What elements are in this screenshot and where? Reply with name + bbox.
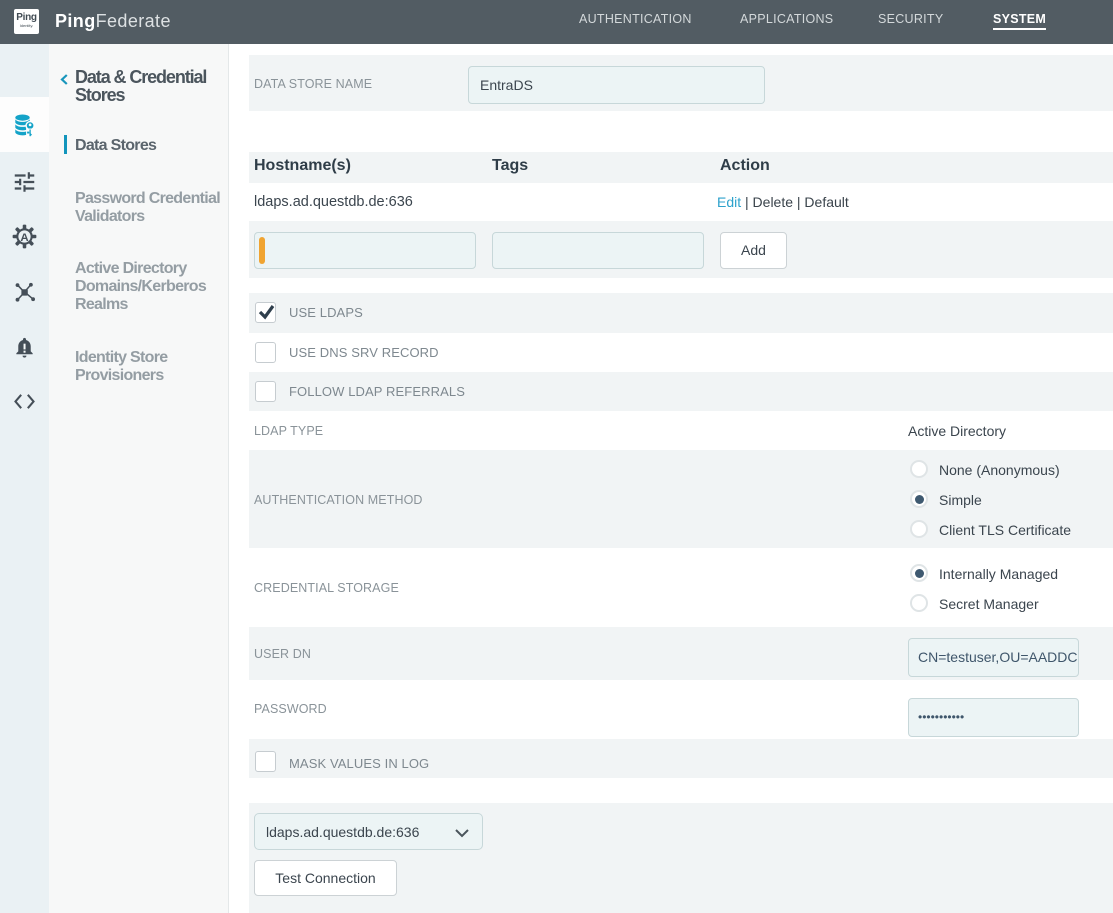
svg-text:A: A <box>20 232 28 244</box>
